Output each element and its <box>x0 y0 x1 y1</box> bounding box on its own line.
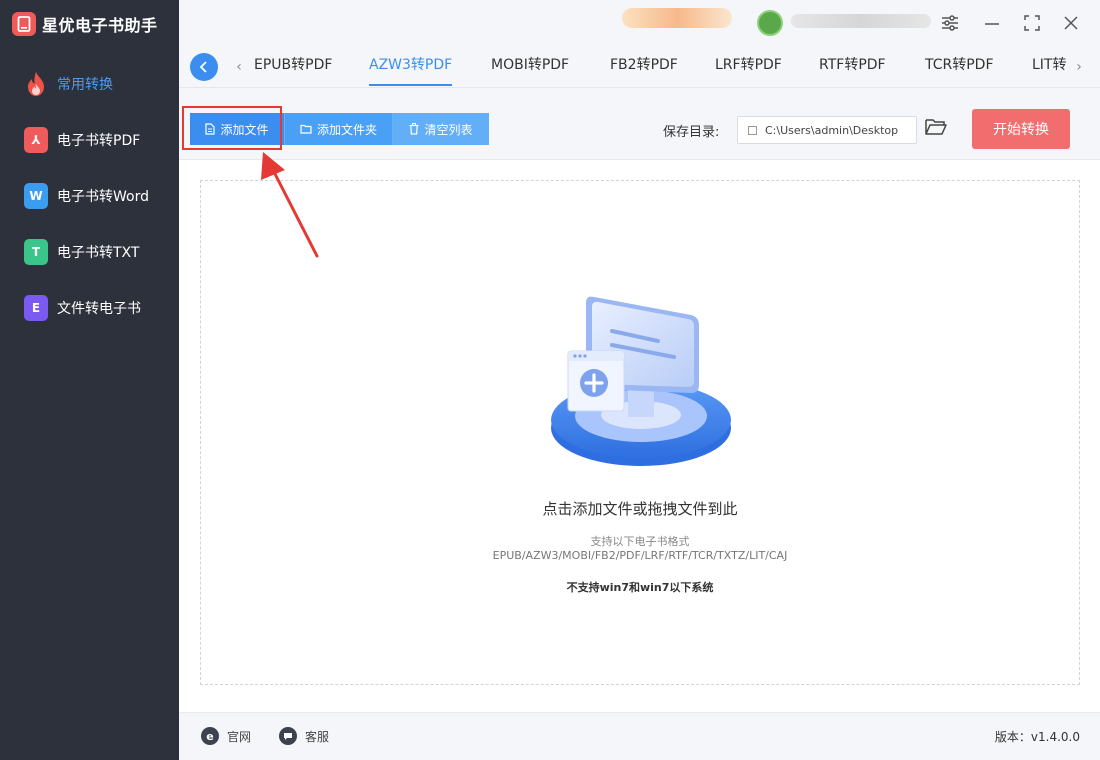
tab-fb2-to-pdf[interactable]: FB2转PDF <box>610 46 678 88</box>
trash-icon <box>409 123 419 135</box>
add-folder-button[interactable]: 添加文件夹 <box>285 113 393 145</box>
version-text: 版本：v1.4.0.0 <box>994 730 1080 744</box>
tab-mobi-to-pdf[interactable]: MOBI转PDF <box>491 46 569 88</box>
supported-formats-label: 支持以下电子书格式 <box>590 535 690 548</box>
add-file-illustration-icon <box>551 296 731 466</box>
open-folder-button[interactable] <box>925 118 949 142</box>
sidebar-item-label: 电子书转PDF <box>57 133 141 149</box>
chat-bubble-icon <box>279 727 297 745</box>
footer: e 官网 客服 版本：v1.4.0.0 <box>179 712 1100 760</box>
sidebar-item-label: 文件转电子书 <box>57 301 141 317</box>
sidebar-item-label: 常用转换 <box>57 77 113 93</box>
sidebar-item-label: 电子书转TXT <box>57 245 140 261</box>
start-convert-button[interactable]: 开始转换 <box>972 109 1070 149</box>
clear-list-button[interactable]: 清空列表 <box>393 113 489 145</box>
tab-lit-to-pdf[interactable]: LIT转 <box>1032 46 1066 88</box>
account-info[interactable] <box>791 14 931 28</box>
tab-rtf-to-pdf[interactable]: RTF转PDF <box>819 46 886 88</box>
sidebar-nav: 常用转换 ⅄ 电子书转PDF W 电子书转Word T 电子书转TXT E 文件… <box>0 56 179 336</box>
chevron-left-icon <box>199 61 207 73</box>
txt-icon: T <box>24 239 48 265</box>
tabs-scroll-left-icon[interactable]: ‹ <box>232 57 246 77</box>
promo-banner[interactable] <box>622 8 732 28</box>
avatar[interactable] <box>757 10 783 36</box>
system-warning: 不支持win7和win7以下系统 <box>566 581 714 594</box>
close-icon[interactable] <box>1058 10 1084 36</box>
tab-epub-to-pdf[interactable]: EPUB转PDF <box>254 46 332 88</box>
tab-tcr-to-pdf[interactable]: TCR转PDF <box>925 46 994 88</box>
clear-list-label: 清空列表 <box>424 122 473 137</box>
sidebar-item-ebook-to-pdf[interactable]: ⅄ 电子书转PDF <box>0 112 179 168</box>
annotation-highlight-box <box>182 106 282 150</box>
sidebar-item-label: 电子书转Word <box>57 189 149 205</box>
folder-icon <box>300 124 312 134</box>
save-dir-input[interactable]: C:\Users\admin\Desktop <box>737 116 917 144</box>
sidebar: 星优电子书助手 常用转换 ⅄ 电子书转PDF W 电子书转Word T 电子书转… <box>0 0 179 760</box>
ebook-app-icon <box>12 12 36 36</box>
add-folder-label: 添加文件夹 <box>316 122 377 137</box>
toolbar: 添加文件 添加文件夹 清空列表 保存目录: C:\Users\admin\Des… <box>179 88 1100 160</box>
website-link[interactable]: e 官网 <box>201 727 251 745</box>
word-icon: W <box>24 183 48 209</box>
pdf-icon: ⅄ <box>24 127 48 153</box>
minimize-icon[interactable] <box>979 10 1005 36</box>
ie-globe-icon: e <box>201 727 219 745</box>
tab-azw3-to-pdf[interactable]: AZW3转PDF <box>369 46 453 88</box>
supported-formats-list: EPUB/AZW3/MOBI/FB2/PDF/LRF/RTF/TCR/TXTZ/… <box>492 549 788 562</box>
checkbox-icon <box>748 125 757 135</box>
settings-sliders-icon[interactable] <box>937 10 963 36</box>
open-folder-icon <box>925 119 947 135</box>
save-dir-label: 保存目录: <box>663 125 720 140</box>
website-label: 官网 <box>227 729 252 744</box>
tab-lrf-to-pdf[interactable]: LRF转PDF <box>715 46 782 88</box>
back-button[interactable] <box>190 53 218 81</box>
tabs-scroll-right-icon[interactable]: › <box>1072 57 1086 77</box>
customer-service-label: 客服 <box>305 729 330 744</box>
fire-icon <box>28 72 44 96</box>
title-bar <box>179 0 1100 46</box>
sidebar-item-ebook-to-txt[interactable]: T 电子书转TXT <box>0 224 179 280</box>
ebook-icon: E <box>24 295 48 321</box>
sidebar-item-common[interactable]: 常用转换 <box>0 56 179 112</box>
app-brand: 星优电子书助手 <box>12 10 158 38</box>
sidebar-item-file-to-ebook[interactable]: E 文件转电子书 <box>0 280 179 336</box>
format-tabs: ‹ EPUB转PDF AZW3转PDF MOBI转PDF FB2转PDF LRF… <box>179 46 1100 88</box>
file-drop-zone[interactable]: 点击添加文件或拖拽文件到此 支持以下电子书格式 EPUB/AZW3/MOBI/F… <box>200 180 1080 685</box>
sidebar-item-ebook-to-word[interactable]: W 电子书转Word <box>0 168 179 224</box>
save-dir-value: C:\Users\admin\Desktop <box>765 123 899 137</box>
maximize-icon[interactable] <box>1019 10 1045 36</box>
customer-service-link[interactable]: 客服 <box>279 727 329 745</box>
drop-zone-title: 点击添加文件或拖拽文件到此 <box>542 500 738 518</box>
app-title: 星优电子书助手 <box>42 16 158 35</box>
